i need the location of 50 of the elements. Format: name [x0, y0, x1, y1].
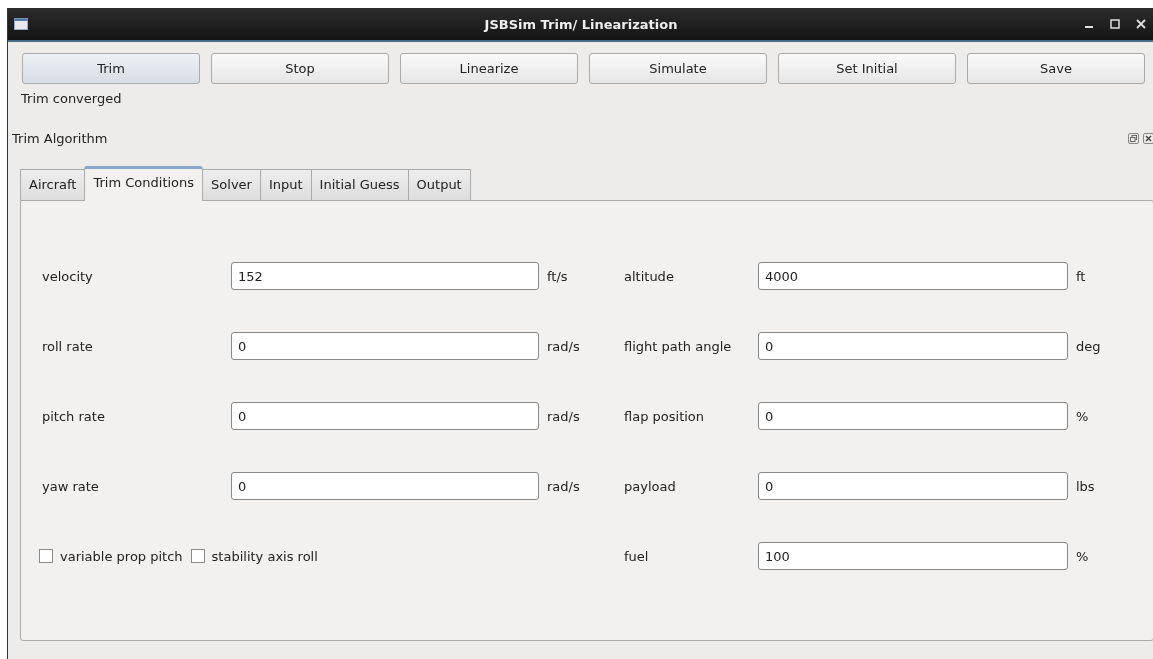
maximize-icon[interactable] [1110, 19, 1120, 29]
tab[interactable]: Output [407, 169, 471, 200]
field-label: pitch rate [41, 408, 106, 424]
unit-label: lbs [1075, 478, 1096, 494]
toolbar-button[interactable]: Stop [211, 53, 389, 84]
tab[interactable]: Trim Conditions [84, 166, 204, 201]
field-label: altitude [623, 268, 675, 284]
float-icon[interactable] [1128, 133, 1139, 144]
field-label: payload [623, 478, 677, 494]
unit-label: ft [1075, 268, 1087, 284]
checkbox[interactable] [39, 549, 53, 563]
checkbox-label: stability axis roll [211, 548, 318, 564]
unit-label: rad/s [546, 408, 581, 424]
input-field[interactable]: 0 [758, 472, 1068, 500]
input-field[interactable]: 0 [231, 472, 539, 500]
input-field[interactable]: 0 [758, 332, 1068, 360]
checkbox[interactable] [190, 549, 205, 563]
unit-label: rad/s [546, 478, 581, 494]
window-icon [14, 18, 28, 30]
unit-label: ft/s [546, 268, 569, 284]
checkbox-label: variable prop pitch [60, 548, 183, 564]
toolbar-button[interactable]: Trim [22, 53, 200, 84]
tab[interactable]: Initial Guess [310, 169, 409, 200]
dock-title: Trim Algorithm [12, 131, 108, 146]
input-field[interactable]: 4000 [758, 262, 1068, 290]
toolbar-button[interactable]: Set Initial [778, 53, 956, 84]
toolbar-button[interactable]: Save [967, 53, 1145, 84]
toolbar-button[interactable]: Simulate [589, 53, 767, 84]
window-title: JSBSim Trim/ Linearization [484, 16, 678, 32]
field-label: yaw rate [41, 478, 100, 494]
input-field[interactable]: 0 [758, 402, 1068, 430]
status-text: Trim converged [21, 91, 122, 106]
tab[interactable]: Aircraft [20, 169, 86, 200]
field-label: roll rate [41, 338, 94, 354]
unit-label: % [1075, 408, 1090, 424]
tab[interactable]: Solver [202, 169, 261, 200]
field-label: flight path angle [623, 338, 733, 354]
unit-label: % [1075, 548, 1090, 564]
toolbar-button[interactable]: Linearize [400, 53, 578, 84]
unit-label: rad/s [546, 338, 581, 354]
field-label: velocity [41, 268, 94, 284]
input-field[interactable]: 100 [758, 542, 1068, 570]
input-field[interactable]: 0 [231, 402, 539, 430]
input-field[interactable]: 152 [231, 262, 539, 290]
field-label: flap position [623, 408, 706, 424]
tab[interactable]: Input [259, 169, 312, 200]
input-field[interactable]: 0 [231, 332, 539, 360]
close-icon[interactable] [1143, 133, 1153, 144]
unit-label: deg [1075, 338, 1102, 354]
field-label: fuel [623, 548, 650, 564]
